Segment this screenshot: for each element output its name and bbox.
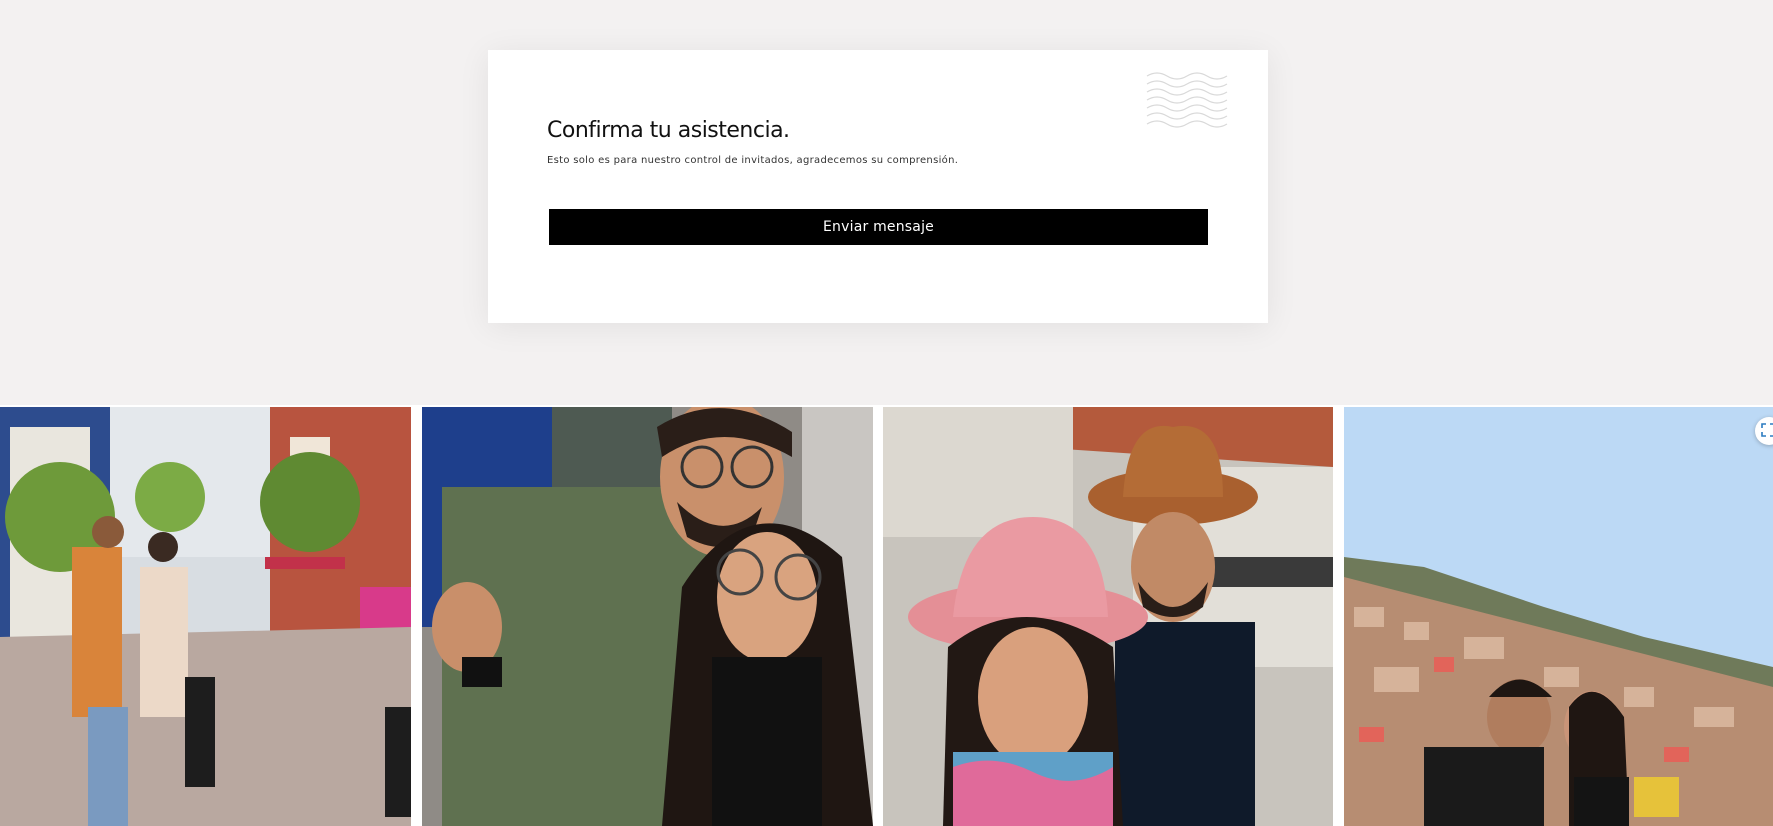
gallery-photo-city-view[interactable] (1344, 407, 1773, 826)
rsvp-subtitle: Esto solo es para nuestro control de inv… (547, 155, 959, 166)
gallery-photo-street[interactable] (0, 407, 411, 826)
photo-couple-selfie-icon (422, 407, 873, 826)
gallery-photo-cowboy-hats[interactable] (883, 407, 1333, 826)
rsvp-card: Confirma tu asistencia. Esto solo es par… (488, 50, 1268, 323)
postmark-wave-icon (1145, 68, 1229, 128)
photo-couple-city-view-icon (1344, 407, 1773, 826)
photo-couple-street-icon (0, 407, 411, 826)
photo-couple-cowboy-hats-icon (883, 407, 1333, 826)
send-message-button[interactable]: Enviar mensaje (549, 209, 1208, 245)
page: Confirma tu asistencia. Esto solo es par… (0, 0, 1773, 826)
gallery-photo-selfie[interactable] (422, 407, 873, 826)
photo-gallery (0, 405, 1773, 826)
rsvp-title: Confirma tu asistencia. (547, 118, 790, 143)
